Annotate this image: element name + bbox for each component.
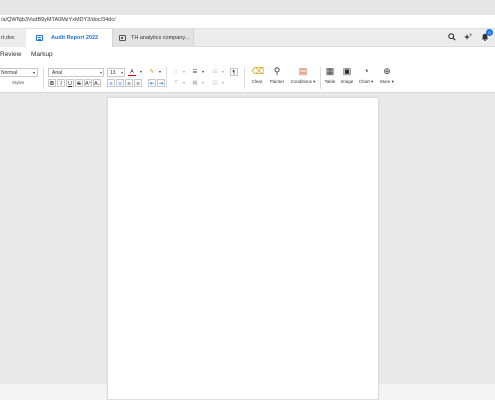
align-right-icon[interactable]: ≡ — [125, 79, 133, 87]
underline-button[interactable]: U — [66, 79, 74, 87]
indent-decrease-icon[interactable]: ⇤ — [148, 79, 156, 87]
highlight-icon[interactable]: ✎ — [148, 68, 156, 76]
indent-increase-icon[interactable]: ⇥ — [157, 79, 165, 87]
header-actions: 0 — [448, 29, 495, 47]
chevron-down-icon[interactable]: ▾ — [199, 79, 207, 87]
document-page[interactable] — [107, 97, 379, 400]
italic-button[interactable]: I — [57, 79, 65, 87]
toolbar-divider — [43, 67, 44, 89]
image-icon — [119, 35, 126, 41]
chevron-down-icon[interactable]: ▾ — [219, 79, 227, 87]
tab-audit-report[interactable]: Audit Report 2022 — [26, 29, 112, 47]
chevron-down-icon[interactable]: ▾ — [180, 79, 188, 87]
align-left-icon[interactable]: ≡ — [107, 79, 115, 87]
chevron-down-icon[interactable]: ▾ — [180, 68, 188, 76]
style-value: Normal — [1, 70, 18, 76]
tab-label: TH analytics company... — [131, 35, 190, 41]
more-label: More — [380, 79, 391, 84]
address-bar[interactable]: /a/QWNjb3VudB9yMTA0MzYxMDY3/doc/34dc/ — [0, 15, 495, 29]
painter-label: Painter — [269, 79, 285, 84]
tab-label: rt.doc — [1, 35, 15, 41]
chart-button[interactable]: ◔ Chart ▾ — [357, 66, 375, 85]
tab-analytics[interactable]: TH analytics company... — [112, 29, 194, 47]
bullet-list-icon[interactable]: ☰ — [191, 68, 199, 76]
tab-label: Audit Report 2022 — [51, 35, 99, 41]
image-icon: ▣ — [342, 66, 352, 76]
clear-button[interactable]: ⌫ Clear — [250, 66, 265, 84]
chevron-down-icon: ▾ — [32, 70, 35, 75]
strikethrough-button[interactable]: S — [75, 79, 83, 87]
toolbar-divider — [320, 67, 321, 89]
border-icon[interactable]: ▦ — [191, 79, 199, 87]
shading-icon[interactable]: ◫ — [211, 79, 219, 87]
more-button[interactable]: ⊕ More ▾ — [378, 66, 396, 85]
vertical-align-icon[interactable]: ⊤ — [172, 79, 180, 87]
pie-chart-icon: ◔ — [363, 66, 369, 76]
paint-brush-icon: ⚲ — [273, 66, 281, 76]
ribbon-toolbar: Normal ▾ Styles Arial ▾ 13 ▾ A ▾ ✎ ▾ B I… — [0, 63, 495, 93]
font-value: Arial — [52, 70, 63, 76]
font-select[interactable]: Arial ▾ — [48, 68, 104, 77]
table-label: Table — [324, 79, 336, 84]
bold-button[interactable]: B — [48, 79, 56, 87]
line-spacing-icon[interactable]: ↕ — [172, 68, 180, 76]
font-color-button[interactable]: A — [128, 68, 136, 76]
chevron-down-icon: ▾ — [99, 70, 102, 75]
conditions-icon: ▤ — [298, 66, 308, 76]
toolbar-divider — [166, 67, 167, 89]
font-size-select[interactable]: 13 ▾ — [107, 68, 125, 77]
image-button[interactable]: ▣ Image — [340, 66, 354, 84]
justify-icon[interactable]: ≡ — [134, 79, 142, 87]
tab-bar: rt.doc Audit Report 2022 TH analytics co… — [0, 29, 495, 47]
toolbar-divider — [244, 67, 245, 89]
chevron-down-icon[interactable]: ▾ — [219, 68, 227, 76]
plus-circle-icon: ⊕ — [383, 66, 391, 76]
font-size-value: 13 — [110, 70, 116, 76]
menu-bar: Review Markup — [0, 47, 495, 63]
notification-badge: 0 — [486, 29, 493, 36]
styles-label: Styles — [12, 80, 25, 85]
align-center-icon[interactable]: ≡ — [116, 79, 124, 87]
table-icon: ▦ — [325, 66, 335, 76]
menu-markup[interactable]: Markup — [31, 51, 53, 58]
chevron-down-icon: ▾ — [120, 70, 123, 75]
chevron-down-icon[interactable]: ▾ — [156, 68, 164, 76]
chart-label: Chart — [358, 79, 370, 84]
doc-icon — [36, 35, 43, 41]
image-label: Image — [340, 79, 354, 84]
address-url[interactable]: /a/QWNjb3VudB9yMTA0MzYxMDY3/doc/34dc/ — [1, 17, 116, 23]
chevron-down-icon[interactable]: ▾ — [199, 68, 207, 76]
conditions-label: Conditions — [290, 79, 312, 84]
paragraph-mark-icon[interactable]: ¶ — [230, 68, 238, 76]
search-icon[interactable] — [448, 33, 456, 43]
chevron-down-icon[interactable]: ▾ — [137, 68, 145, 76]
clear-label: Clear — [251, 79, 263, 84]
decrease-font-button[interactable]: A₋ — [93, 79, 101, 87]
increase-font-button[interactable]: A⁺ — [84, 79, 92, 87]
sparkle-icon[interactable] — [464, 33, 473, 43]
style-select[interactable]: Normal ▾ — [0, 68, 38, 77]
table-button[interactable]: ▦ Table — [324, 66, 336, 84]
bell-icon[interactable]: 0 — [481, 29, 493, 43]
tab-report-doc[interactable]: rt.doc — [0, 29, 25, 47]
menu-review[interactable]: Review — [0, 51, 21, 58]
conditions-button[interactable]: ▤ Conditions ▾ — [289, 66, 317, 85]
eraser-icon: ⌫ — [251, 66, 265, 76]
painter-button[interactable]: ⚲ Painter — [269, 66, 285, 84]
numbered-list-icon[interactable]: ☷ — [211, 68, 219, 76]
browser-top-strip — [0, 0, 495, 15]
